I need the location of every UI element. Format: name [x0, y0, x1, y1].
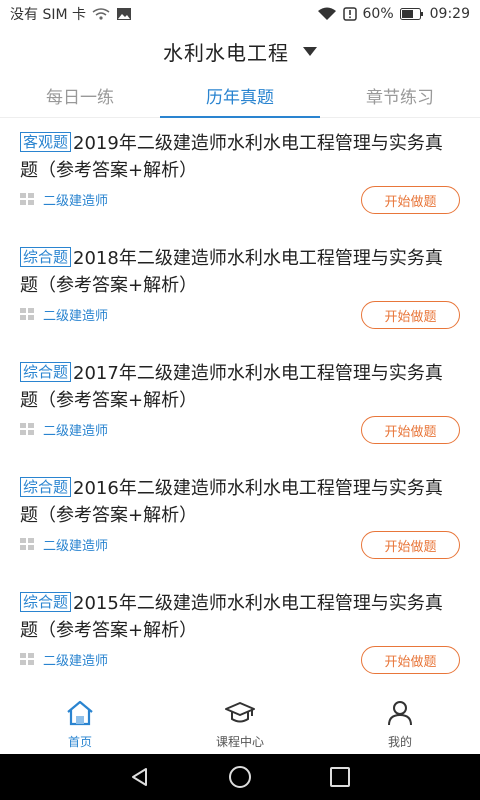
grid-icon: [20, 193, 35, 206]
item-title: 综合题 2018年二级建造师水利水电工程管理与实务真题（参考答案+解析）: [20, 245, 460, 299]
system-nav-bar: [0, 754, 480, 800]
item-title: 综合题 2015年二级建造师水利水电工程管理与实务真题（参考答案+解析）: [20, 590, 460, 644]
item-title-text: 2016年二级建造师水利水电工程管理与实务真题（参考答案+解析）: [20, 478, 443, 526]
tab-chapter-practice[interactable]: 章节练习: [320, 74, 480, 117]
grid-icon: [20, 423, 35, 436]
user-icon: [386, 700, 414, 730]
hotspot-icon: [92, 7, 110, 21]
list-item[interactable]: 客观题 2019年二级建造师水利水电工程管理与实务真题（参考答案+解析） 二级建造…: [0, 118, 480, 233]
list-item[interactable]: 综合题 2016年二级建造师水利水电工程管理与实务真题（参考答案+解析） 二级建造…: [0, 463, 480, 578]
bottom-nav: 首页 课程中心 我的: [0, 696, 480, 754]
nav-label: 首页: [67, 735, 92, 749]
category-label: 二级建造师: [43, 424, 109, 439]
item-title-text: 2019年二级建造师水利水电工程管理与实务真题（参考答案+解析）: [20, 133, 443, 181]
item-title-text: 2015年二级建造师水利水电工程管理与实务真题（参考答案+解析）: [20, 593, 443, 641]
item-meta: 二级建造师: [20, 420, 108, 439]
start-button[interactable]: 开始做题: [361, 186, 460, 214]
type-tag: 综合题: [20, 247, 72, 267]
item-title: 综合题 2017年二级建造师水利水电工程管理与实务真题（参考答案+解析）: [20, 360, 460, 414]
tab-daily-practice[interactable]: 每日一练: [0, 74, 160, 117]
nav-label: 我的: [387, 735, 412, 749]
home-icon: [65, 700, 95, 730]
nav-profile[interactable]: 我的: [320, 696, 480, 754]
back-icon[interactable]: [129, 766, 151, 788]
start-button[interactable]: 开始做题: [361, 416, 460, 444]
item-meta: 二级建造师: [20, 305, 108, 324]
image-icon: [116, 7, 132, 21]
alert-icon: [342, 7, 357, 21]
grid-icon: [20, 308, 35, 321]
item-title-text: 2017年二级建造师水利水电工程管理与实务真题（参考答案+解析）: [20, 363, 443, 411]
grid-icon: [20, 653, 35, 666]
item-title: 客观题 2019年二级建造师水利水电工程管理与实务真题（参考答案+解析）: [20, 130, 460, 184]
type-tag: 客观题: [20, 132, 72, 152]
status-bar: 没有 SIM 卡 60% 09:29: [0, 0, 480, 28]
category-label: 二级建造师: [43, 309, 109, 324]
caret-down-icon[interactable]: [303, 46, 317, 56]
item-meta: 二级建造师: [20, 535, 108, 554]
type-tag: 综合题: [20, 477, 72, 497]
item-meta: 二级建造师: [20, 190, 108, 209]
item-meta: 二级建造师: [20, 650, 108, 669]
nav-courses[interactable]: 课程中心: [160, 696, 320, 754]
header: 水利水电工程: [0, 28, 480, 74]
wifi-icon: [317, 7, 337, 21]
page-title: 水利水电工程: [163, 40, 289, 65]
recents-icon[interactable]: [329, 766, 351, 788]
exam-list: 客观题 2019年二级建造师水利水电工程管理与实务真题（参考答案+解析） 二级建造…: [0, 118, 480, 696]
clock: 09:29: [429, 6, 470, 22]
item-title: 综合题 2016年二级建造师水利水电工程管理与实务真题（参考答案+解析）: [20, 475, 460, 529]
tab-past-exams[interactable]: 历年真题: [160, 74, 320, 118]
start-button[interactable]: 开始做题: [361, 301, 460, 329]
list-item[interactable]: 综合题 2015年二级建造师水利水电工程管理与实务真题（参考答案+解析） 二级建造…: [0, 578, 480, 693]
category-label: 二级建造师: [43, 654, 109, 669]
start-button[interactable]: 开始做题: [361, 646, 460, 674]
category-label: 二级建造师: [43, 194, 109, 209]
item-title-text: 2018年二级建造师水利水电工程管理与实务真题（参考答案+解析）: [20, 248, 443, 296]
grid-icon: [20, 538, 35, 551]
graduation-cap-icon: [224, 700, 256, 730]
battery-icon: [399, 8, 424, 20]
carrier-text: 没有 SIM 卡: [10, 7, 86, 23]
type-tag: 综合题: [20, 362, 72, 382]
battery-percent: 60%: [362, 6, 394, 22]
nav-label: 课程中心: [215, 735, 264, 749]
type-tag: 综合题: [20, 592, 72, 612]
category-label: 二级建造师: [43, 539, 109, 554]
list-item[interactable]: 综合题 2018年二级建造师水利水电工程管理与实务真题（参考答案+解析） 二级建造…: [0, 233, 480, 348]
list-item[interactable]: 综合题 2017年二级建造师水利水电工程管理与实务真题（参考答案+解析） 二级建造…: [0, 348, 480, 463]
tab-bar: 每日一练 历年真题 章节练习: [0, 74, 480, 118]
nav-home[interactable]: 首页: [0, 696, 160, 754]
start-button[interactable]: 开始做题: [361, 531, 460, 559]
home-circle-icon[interactable]: [228, 765, 252, 789]
